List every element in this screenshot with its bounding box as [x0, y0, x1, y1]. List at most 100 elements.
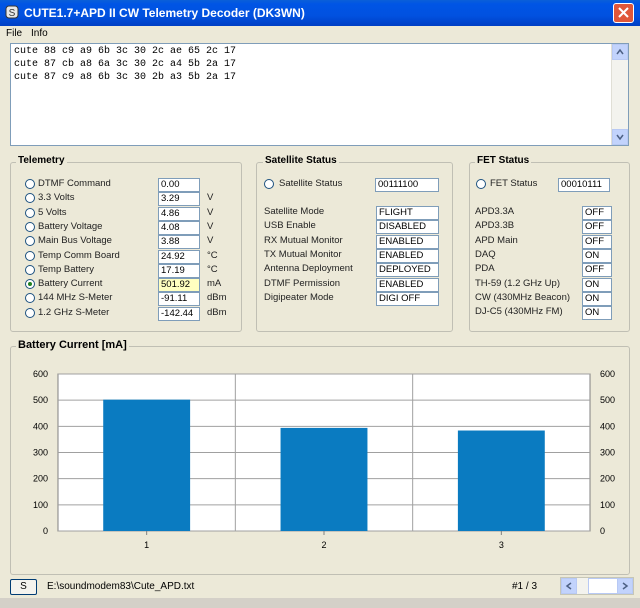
page-next-button[interactable]: [617, 578, 633, 594]
y-tick-label-left: 400: [33, 421, 48, 431]
window-title: CUTE1.7+APD II CW Telemetry Decoder (DK3…: [24, 6, 305, 20]
telemetry-label: Temp Comm Board: [38, 249, 120, 261]
telemetry-unit: V: [207, 192, 214, 204]
telemetry-label: DTMF Command: [38, 178, 111, 189]
satellite-label: TX Mutual Monitor: [264, 248, 342, 260]
telemetry-label: Temp Battery: [38, 263, 94, 275]
fet-label: APD3.3A: [475, 206, 515, 217]
menu-info[interactable]: Info: [31, 28, 48, 39]
fet-status-radio[interactable]: [476, 179, 486, 189]
chevron-right-icon: [622, 582, 629, 590]
telemetry-radio[interactable]: [25, 250, 35, 261]
satellite-label: Digipeater Mode: [264, 291, 334, 303]
telemetry-radio[interactable]: [25, 307, 35, 318]
telemetry-value: 4.86: [158, 206, 200, 221]
telemetry-unit: °C: [207, 263, 218, 275]
bar: [280, 427, 368, 531]
vertical-scrollbar[interactable]: [611, 44, 628, 145]
scroll-down-button[interactable]: [612, 129, 628, 145]
telemetry-radio[interactable]: [25, 264, 35, 275]
output-line: cute 87 c9 a8 6b 3c 30 2b a3 5b 2a 17: [14, 72, 237, 83]
telemetry-unit: dBm: [207, 292, 227, 304]
y-tick-label-right: 400: [600, 421, 615, 431]
menu-file[interactable]: File: [6, 28, 22, 39]
telemetry-value: 24.92: [158, 249, 200, 264]
app-icon: S: [5, 5, 19, 19]
telemetry-unit: dBm: [207, 306, 227, 318]
bar: [103, 399, 191, 531]
title-bar[interactable]: S CUTE1.7+APD II CW Telemetry Decoder (D…: [0, 0, 640, 26]
satellite-value: ENABLED: [376, 234, 439, 249]
satellite-status-radio[interactable]: [264, 179, 274, 189]
fet-status-radio-label: FET Status: [490, 178, 538, 189]
battery-current-chart: 0 0 100 100 200 200 300 300 400 400 500 500 600 600 1 2…: [33, 369, 615, 550]
y-tick-label-right: 500: [600, 395, 615, 405]
fet-status-value: 00010111: [558, 178, 610, 192]
menu-bar: File Info: [0, 26, 640, 42]
scroll-up-button[interactable]: [612, 44, 628, 60]
window-bottom-border: [0, 598, 640, 608]
satellite-value: ENABLED: [376, 277, 439, 292]
telemetry-unit: V: [207, 235, 214, 247]
telemetry-label: Battery Voltage: [38, 220, 103, 232]
satellite-value: FLIGHT: [376, 206, 439, 220]
fet-label: CW (430MHz Beacon): [475, 291, 571, 303]
fet-value: OFF: [582, 263, 612, 278]
satellite-label: RX Mutual Monitor: [264, 234, 343, 246]
y-tick-label-left: 600: [33, 369, 48, 379]
chevron-up-icon: [616, 48, 624, 55]
telemetry-value: 4.08: [158, 220, 200, 235]
satellite-status-group-title: Satellite Status: [263, 155, 339, 166]
fet-value: OFF: [582, 234, 612, 249]
close-icon: [618, 7, 629, 18]
telemetry-group-title: Telemetry: [16, 155, 67, 166]
telemetry-radio[interactable]: [25, 207, 35, 218]
fet-value: OFF: [582, 206, 612, 220]
y-tick-label-left: 0: [43, 526, 48, 536]
satellite-value: DISABLED: [376, 220, 439, 235]
chevron-down-icon: [616, 134, 624, 141]
page-prev-button[interactable]: [561, 578, 577, 594]
y-tick-label-left: 500: [33, 395, 48, 405]
telemetry-unit: V: [207, 220, 214, 232]
telemetry-unit: mA: [207, 278, 222, 290]
page-scrollbar[interactable]: [560, 577, 634, 595]
close-button[interactable]: [613, 3, 634, 23]
decoder-output-textarea[interactable]: cute 88 c9 a9 6b 3c 30 2c ae 65 2c 17 cu…: [10, 43, 629, 146]
telemetry-value: -142.44: [158, 306, 200, 321]
telemetry-value: 501.92: [158, 278, 200, 293]
satellite-label: Satellite Mode: [264, 206, 325, 217]
svg-text:S: S: [9, 8, 16, 19]
telemetry-value: 17.19: [158, 263, 200, 278]
y-tick-label-left: 100: [33, 500, 48, 510]
page-indicator: #1 / 3: [512, 581, 538, 592]
fet-status-group-title: FET Status: [475, 155, 532, 166]
fet-label: APD3.3B: [475, 220, 515, 232]
s-button[interactable]: S: [10, 579, 37, 595]
telemetry-value: 3.88: [158, 235, 200, 250]
fet-label: DAQ: [475, 248, 496, 260]
x-tick-label: 2: [321, 540, 326, 550]
satellite-status-radio-label: Satellite Status: [279, 178, 343, 189]
chart-title: Battery Current [mA]: [16, 339, 129, 351]
satellite-value: DEPLOYED: [376, 263, 439, 278]
fet-value: ON: [582, 306, 612, 321]
satellite-value: ENABLED: [376, 248, 439, 263]
telemetry-value: 3.29: [158, 192, 200, 207]
telemetry-label: Main Bus Voltage: [38, 235, 112, 247]
file-path: E:\soundmodem83\Cute_APD.txt: [47, 581, 195, 592]
fet-value: ON: [582, 291, 612, 306]
output-line: cute 87 cb a8 6a 3c 30 2c a4 5b 2a 17: [14, 59, 237, 70]
satellite-label: USB Enable: [264, 220, 316, 232]
satellite-value: DIGI OFF: [376, 291, 439, 306]
x-tick-label: 1: [144, 540, 149, 550]
fet-value: ON: [582, 248, 612, 263]
telemetry-radio[interactable]: [25, 221, 35, 232]
y-tick-label-right: 200: [600, 474, 615, 484]
telemetry-unit: V: [207, 206, 214, 218]
fet-label: DJ-C5 (430MHz FM): [475, 306, 563, 318]
fet-label: APD Main: [475, 234, 518, 246]
telemetry-radio[interactable]: [25, 179, 35, 189]
satellite-label: DTMF Permission: [264, 277, 341, 289]
page-scroll-thumb[interactable]: [588, 578, 618, 594]
